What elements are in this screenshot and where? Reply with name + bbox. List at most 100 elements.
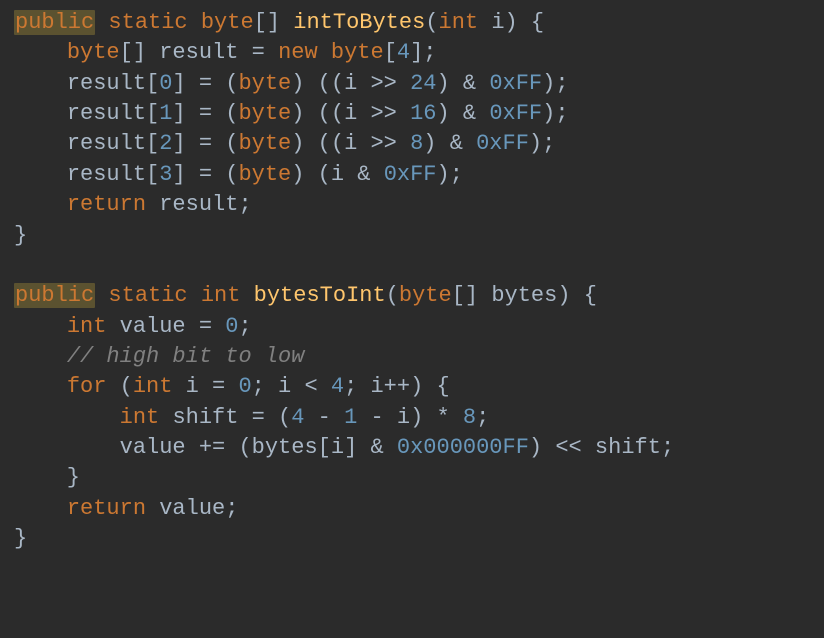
code-token: 1 bbox=[159, 101, 172, 126]
code-token: 8 bbox=[463, 405, 476, 430]
code-token: 0xFF bbox=[489, 101, 542, 126]
code-token: byte bbox=[238, 131, 291, 156]
code-token: int bbox=[120, 405, 173, 430]
code-token: ) { bbox=[505, 10, 545, 35]
code-line: byte[] result = new byte[4]; bbox=[14, 40, 437, 65]
code-token: ]; bbox=[410, 40, 436, 65]
code-token: ( bbox=[120, 374, 133, 399]
code-token: static bbox=[108, 283, 200, 308]
code-token bbox=[14, 40, 67, 65]
code-token: [] bbox=[254, 10, 294, 35]
code-token: ) & bbox=[437, 71, 490, 96]
code-token: ); bbox=[542, 71, 568, 96]
code-line: return value; bbox=[14, 496, 238, 521]
code-token: byte bbox=[238, 162, 291, 187]
code-token: i bbox=[491, 10, 504, 35]
code-token: 0 bbox=[225, 314, 238, 339]
code-token: ; i++) { bbox=[344, 374, 450, 399]
code-token: byte bbox=[201, 10, 254, 35]
code-token: 8 bbox=[410, 131, 423, 156]
code-token: ) ((i >> bbox=[291, 101, 410, 126]
code-token: [ bbox=[146, 162, 159, 187]
code-token: ] = ( bbox=[172, 101, 238, 126]
code-token: ) (i & bbox=[291, 162, 383, 187]
code-token: bytesToInt bbox=[254, 283, 386, 308]
code-line: } bbox=[14, 465, 80, 490]
code-token: [] bbox=[452, 283, 492, 308]
code-token: } bbox=[14, 526, 27, 551]
code-token: 24 bbox=[410, 71, 436, 96]
code-line: } bbox=[14, 526, 27, 551]
code-token: int bbox=[67, 314, 120, 339]
code-line: } bbox=[14, 223, 27, 248]
code-token: result bbox=[67, 131, 146, 156]
code-line: return result; bbox=[14, 192, 252, 217]
code-token: i bbox=[186, 374, 212, 399]
code-token: ; bbox=[238, 314, 251, 339]
code-token: result bbox=[67, 101, 146, 126]
code-token: int bbox=[133, 374, 186, 399]
code-token: 2 bbox=[159, 131, 172, 156]
code-token bbox=[14, 496, 67, 521]
code-line: result[0] = (byte) ((i >> 24) & 0xFF); bbox=[14, 71, 569, 96]
code-token: byte bbox=[399, 283, 452, 308]
code-token: ; bbox=[476, 405, 489, 430]
code-token: value bbox=[120, 314, 199, 339]
code-token: = bbox=[212, 374, 238, 399]
code-token: 1 bbox=[344, 405, 357, 430]
code-token: += (bytes[i] & bbox=[199, 435, 397, 460]
code-token: byte bbox=[238, 71, 291, 96]
code-token bbox=[14, 71, 67, 96]
code-token: static bbox=[108, 10, 200, 35]
code-token: 0xFF bbox=[489, 71, 542, 96]
code-token: ) ((i >> bbox=[291, 71, 410, 96]
code-token bbox=[14, 314, 67, 339]
code-token bbox=[14, 405, 120, 430]
code-token: [ bbox=[146, 101, 159, 126]
code-token: result bbox=[67, 162, 146, 187]
code-line: value += (bytes[i] & 0x000000FF) << shif… bbox=[14, 435, 674, 460]
code-token: result bbox=[159, 40, 251, 65]
code-token: = bbox=[252, 40, 278, 65]
code-token: int bbox=[439, 10, 492, 35]
code-token: 0xFF bbox=[476, 131, 529, 156]
code-line: result[3] = (byte) (i & 0xFF); bbox=[14, 162, 463, 187]
code-token: int bbox=[201, 283, 254, 308]
code-token bbox=[14, 101, 67, 126]
code-token: ) & bbox=[423, 131, 476, 156]
code-token: ; bbox=[238, 192, 251, 217]
code-token: ) ((i >> bbox=[291, 131, 410, 156]
code-token: byte bbox=[331, 40, 384, 65]
code-token: intToBytes bbox=[293, 10, 425, 35]
code-token: = ( bbox=[252, 405, 292, 430]
code-token bbox=[95, 283, 108, 308]
code-token: ); bbox=[542, 101, 568, 126]
code-line: public static int bytesToInt(byte[] byte… bbox=[14, 283, 597, 308]
code-token: ) << shift; bbox=[529, 435, 674, 460]
code-token: byte bbox=[67, 40, 120, 65]
code-token: ] = ( bbox=[172, 131, 238, 156]
code-token: 16 bbox=[410, 101, 436, 126]
code-token: 0x000000FF bbox=[397, 435, 529, 460]
code-token: ] = ( bbox=[172, 71, 238, 96]
code-token: ); bbox=[529, 131, 555, 156]
code-token: [ bbox=[146, 71, 159, 96]
code-token bbox=[95, 10, 108, 35]
code-token bbox=[14, 344, 67, 369]
code-token: 0xFF bbox=[384, 162, 437, 187]
code-line: // high bit to low bbox=[14, 344, 304, 369]
code-token: 4 bbox=[331, 374, 344, 399]
code-token: for bbox=[67, 374, 120, 399]
code-line: result[1] = (byte) ((i >> 16) & 0xFF); bbox=[14, 101, 569, 126]
code-token bbox=[14, 162, 67, 187]
code-token: } bbox=[14, 465, 80, 490]
code-token bbox=[14, 374, 67, 399]
code-token: new bbox=[278, 40, 331, 65]
code-token: value bbox=[159, 496, 225, 521]
code-token: 0 bbox=[159, 71, 172, 96]
code-token: result bbox=[159, 192, 238, 217]
code-token: bytes bbox=[491, 283, 557, 308]
code-token bbox=[14, 192, 67, 217]
code-token: byte bbox=[238, 101, 291, 126]
code-token: ) { bbox=[557, 283, 597, 308]
